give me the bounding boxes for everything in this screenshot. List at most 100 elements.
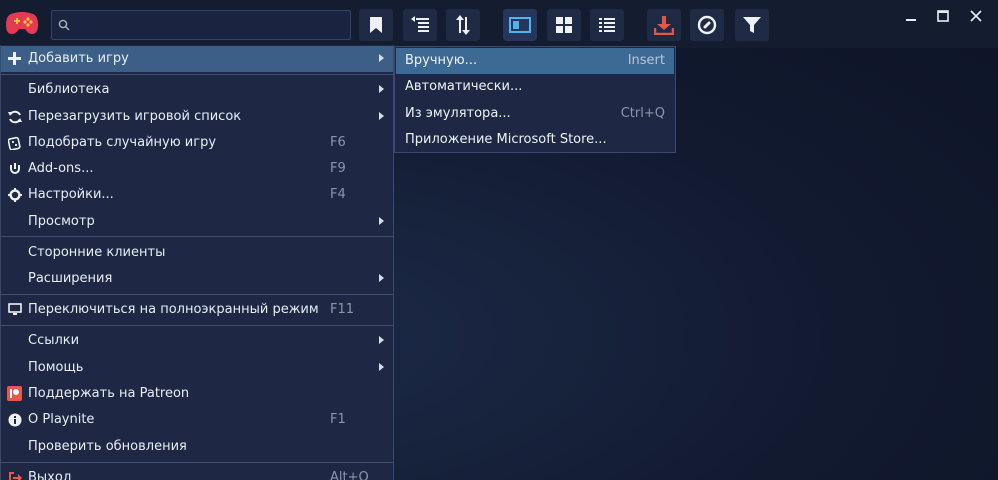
submenu-item-automatic[interactable]: Автоматически... <box>396 74 674 100</box>
playnite-logo-icon[interactable] <box>5 9 39 37</box>
menu-item-label: Перезагрузить игровой список <box>28 109 242 124</box>
info-icon <box>7 412 22 427</box>
plug-icon <box>7 161 22 176</box>
menu-item-fullscreen[interactable]: Переключиться на полноэкранный режим F11 <box>1 297 393 323</box>
random-button[interactable] <box>690 9 724 41</box>
menu-item-label: Просмотр <box>28 214 95 229</box>
top-bar <box>0 0 998 48</box>
search-input[interactable] <box>74 13 346 37</box>
menu-item-label: Add-ons... <box>28 161 94 176</box>
submenu-arrow-icon <box>379 112 384 120</box>
close-icon <box>970 10 982 22</box>
submenu-arrow-icon <box>379 217 384 225</box>
menu-item-label: Добавить игру <box>28 51 129 66</box>
random-icon <box>697 15 717 35</box>
submenu-item-manual[interactable]: Вручную... Insert <box>396 48 674 74</box>
menu-item-view[interactable]: Просмотр <box>1 209 393 235</box>
menu-item-label: Библиотека <box>28 82 110 97</box>
submenu-item-ms-store[interactable]: Приложение Microsoft Store... <box>396 127 674 153</box>
shortcut-label: F4 <box>330 187 346 202</box>
menu-separator <box>1 294 393 295</box>
plus-icon <box>7 51 22 66</box>
menu-item-library[interactable]: Библиотека <box>1 77 393 103</box>
monitor-icon <box>7 302 22 317</box>
submenu-item-label: Из эмулятора... <box>405 106 511 121</box>
menu-item-addons[interactable]: Add-ons... F9 <box>1 156 393 182</box>
menu-item-label: Расширения <box>28 271 113 286</box>
list-view-button[interactable] <box>590 9 624 41</box>
search-icon <box>58 19 70 31</box>
add-game-submenu: Вручную... Insert Автоматически... Из эм… <box>394 46 676 153</box>
close-button[interactable] <box>964 6 988 26</box>
sort-order-icon <box>456 15 470 35</box>
menu-item-label: Переключиться на полноэкранный режим <box>28 302 319 317</box>
minimize-icon <box>906 19 916 21</box>
menu-item-patreon[interactable]: Поддержать на Patreon <box>1 381 393 407</box>
submenu-arrow-icon <box>379 54 384 62</box>
reload-icon <box>7 109 22 124</box>
download-button[interactable] <box>647 9 681 41</box>
maximize-icon <box>937 10 949 22</box>
menu-item-label: О Playnite <box>28 412 95 427</box>
menu-item-random-game[interactable]: Подобрать случайную игру F6 <box>1 130 393 156</box>
list-view-icon <box>599 18 615 32</box>
submenu-arrow-icon <box>379 85 384 93</box>
menu-separator <box>1 462 393 463</box>
shortcut-label: F6 <box>330 135 346 150</box>
submenu-arrow-icon <box>379 336 384 344</box>
grid-view-button[interactable] <box>547 9 581 41</box>
menu-separator <box>1 74 393 75</box>
main-menu: Добавить игру Библиотека Перезагрузить и… <box>0 45 394 480</box>
patreon-icon <box>7 386 22 401</box>
shortcut-label: F11 <box>330 302 355 317</box>
sidebar-view-icon <box>509 17 531 33</box>
shortcut-label: Alt+Q <box>330 470 369 480</box>
bookmark-button[interactable] <box>359 9 393 41</box>
menu-item-about[interactable]: О Playnite F1 <box>1 407 393 433</box>
menu-item-links[interactable]: Ссылки <box>1 328 393 354</box>
menu-item-label: Сторонние клиенты <box>28 245 166 260</box>
gear-icon <box>7 187 22 202</box>
menu-separator <box>1 236 393 237</box>
menu-item-check-updates[interactable]: Проверить обновления <box>1 434 393 460</box>
submenu-arrow-icon <box>379 363 384 371</box>
filter-button[interactable] <box>735 9 769 41</box>
menu-item-settings[interactable]: Настройки... F4 <box>1 182 393 208</box>
minimize-button[interactable] <box>899 6 923 26</box>
menu-item-help[interactable]: Помощь <box>1 355 393 381</box>
submenu-item-emulator[interactable]: Из эмулятора... Ctrl+Q <box>396 101 674 127</box>
menu-separator <box>1 325 393 326</box>
menu-item-label: Помощь <box>28 360 84 375</box>
submenu-item-label: Приложение Microsoft Store... <box>405 132 607 147</box>
download-icon <box>654 16 674 35</box>
submenu-arrow-icon <box>379 274 384 282</box>
shortcut-label: F9 <box>330 161 346 176</box>
shortcut-label: Insert <box>627 53 665 68</box>
exit-icon <box>7 470 22 480</box>
search-box[interactable] <box>51 10 351 40</box>
submenu-item-label: Автоматически... <box>405 79 523 94</box>
menu-item-reload-list[interactable]: Перезагрузить игровой список <box>1 104 393 130</box>
sort-list-button[interactable] <box>403 9 437 41</box>
sort-list-icon <box>411 16 429 32</box>
menu-item-third-party-clients[interactable]: Сторонние клиенты <box>1 240 393 266</box>
maximize-button[interactable] <box>931 6 955 26</box>
menu-item-label: Поддержать на Patreon <box>28 386 190 401</box>
shortcut-label: Ctrl+Q <box>620 106 665 121</box>
menu-item-exit[interactable]: Выход Alt+Q <box>1 465 393 480</box>
grid-view-icon <box>556 17 572 33</box>
sort-order-button[interactable] <box>446 9 480 41</box>
bookmark-icon <box>370 17 382 33</box>
menu-item-label: Проверить обновления <box>28 439 187 454</box>
menu-item-label: Подобрать случайную игру <box>28 135 217 150</box>
filter-icon <box>743 17 761 33</box>
menu-item-label: Ссылки <box>28 333 80 348</box>
menu-item-label: Настройки... <box>28 187 114 202</box>
submenu-item-label: Вручную... <box>405 53 478 68</box>
menu-item-add-game[interactable]: Добавить игру <box>1 46 393 72</box>
menu-item-extensions[interactable]: Расширения <box>1 266 393 292</box>
menu-item-label: Выход <box>28 470 72 480</box>
sidebar-view-button[interactable] <box>503 9 537 41</box>
dice-icon <box>7 135 22 150</box>
shortcut-label: F1 <box>330 412 346 427</box>
